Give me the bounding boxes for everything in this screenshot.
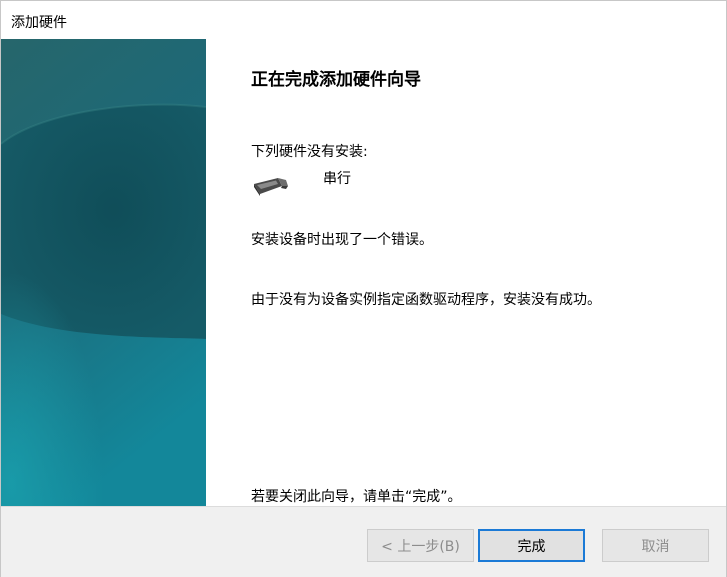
add-hardware-wizard-window: 添加硬件 正在完成添加硬件向导 下列硬件没有安装: 串行 安装设备时出现了一个错… [0,0,727,577]
button-bar: < 上一步(B) 完成 取消 [1,506,726,577]
back-button[interactable]: < 上一步(B) [367,529,474,562]
serial-port-connector-icon [254,178,288,196]
error-message: 安装设备时出现了一个错误。 [251,232,433,248]
wizard-heading: 正在完成添加硬件向导 [251,70,421,90]
not-installed-label: 下列硬件没有安装: [251,144,368,160]
wizard-banner-graphic [1,39,206,506]
wizard-content: 正在完成添加硬件向导 下列硬件没有安装: 串行 安装设备时出现了一个错误。 由于… [206,39,726,506]
finish-button[interactable]: 完成 [478,529,585,562]
device-name: 串行 [323,171,351,187]
close-hint: 若要关闭此向导，请单击“完成”。 [251,489,462,505]
cancel-button[interactable]: 取消 [602,529,709,562]
window-title: 添加硬件 [11,15,67,31]
reason-message: 由于没有为设备实例指定函数驱动程序，安装没有成功。 [251,292,601,308]
title-bar[interactable]: 添加硬件 [1,1,726,39]
